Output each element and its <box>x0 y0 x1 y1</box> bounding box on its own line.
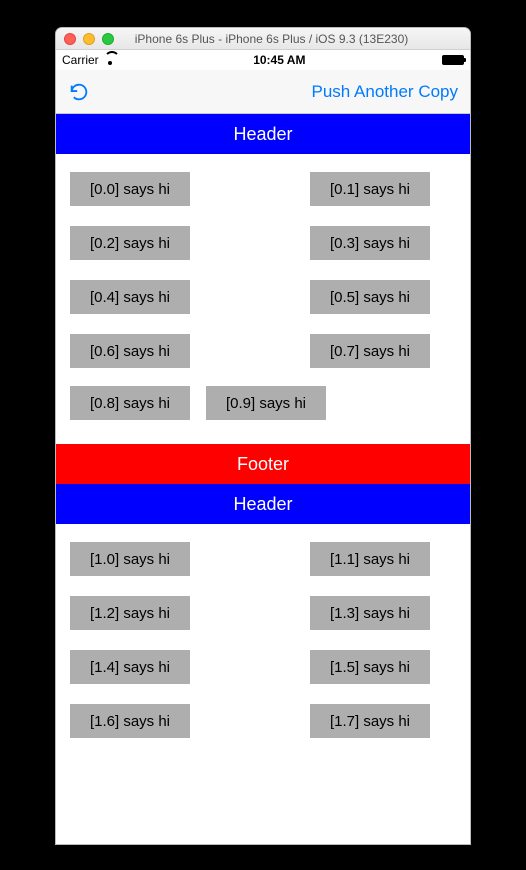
cell[interactable]: [0.0] says hi <box>70 172 190 206</box>
cell[interactable]: [1.7] says hi <box>310 704 430 738</box>
refresh-icon <box>68 81 90 103</box>
cell[interactable]: [1.2] says hi <box>70 596 190 630</box>
cell[interactable]: [1.5] says hi <box>310 650 430 684</box>
cell[interactable]: [0.6] says hi <box>70 334 190 368</box>
cell[interactable]: [1.3] says hi <box>310 596 430 630</box>
minimize-icon[interactable] <box>83 33 95 45</box>
cell[interactable]: [0.9] says hi <box>206 386 326 420</box>
cell[interactable]: [0.1] says hi <box>310 172 430 206</box>
cell[interactable]: [1.1] says hi <box>310 542 430 576</box>
collection-view[interactable]: Header [0.0] says hi [0.1] says hi [0.2]… <box>56 114 470 844</box>
wifi-icon <box>103 55 117 65</box>
window-title: iPhone 6s Plus - iPhone 6s Plus / iOS 9.… <box>121 32 462 46</box>
cell[interactable]: [1.4] says hi <box>70 650 190 684</box>
section-header: Header <box>56 484 470 524</box>
cell[interactable]: [0.7] says hi <box>310 334 430 368</box>
section-0-last-row: [0.8] says hi [0.9] says hi <box>56 386 470 444</box>
cell[interactable]: [0.2] says hi <box>70 226 190 260</box>
refresh-button[interactable] <box>68 81 90 103</box>
cell[interactable]: [0.8] says hi <box>70 386 190 420</box>
section-header: Header <box>56 114 470 154</box>
navigation-bar: Push Another Copy <box>56 70 470 114</box>
carrier-label: Carrier <box>62 53 99 67</box>
close-icon[interactable] <box>64 33 76 45</box>
section-0-grid: [0.0] says hi [0.1] says hi [0.2] says h… <box>56 154 470 386</box>
section-1-grid: [1.0] says hi [1.1] says hi [1.2] says h… <box>56 524 470 738</box>
titlebar: iPhone 6s Plus - iPhone 6s Plus / iOS 9.… <box>56 28 470 50</box>
clock-label: 10:45 AM <box>253 53 305 67</box>
simulator-window: iPhone 6s Plus - iPhone 6s Plus / iOS 9.… <box>56 28 470 844</box>
section-footer: Footer <box>56 444 470 484</box>
cell[interactable]: [0.4] says hi <box>70 280 190 314</box>
cell[interactable]: [1.0] says hi <box>70 542 190 576</box>
cell[interactable]: [0.3] says hi <box>310 226 430 260</box>
cell[interactable]: [0.5] says hi <box>310 280 430 314</box>
cell[interactable]: [1.6] says hi <box>70 704 190 738</box>
push-another-copy-button[interactable]: Push Another Copy <box>312 82 458 102</box>
status-bar: Carrier 10:45 AM <box>56 50 470 70</box>
battery-icon <box>442 55 464 65</box>
zoom-icon[interactable] <box>102 33 114 45</box>
